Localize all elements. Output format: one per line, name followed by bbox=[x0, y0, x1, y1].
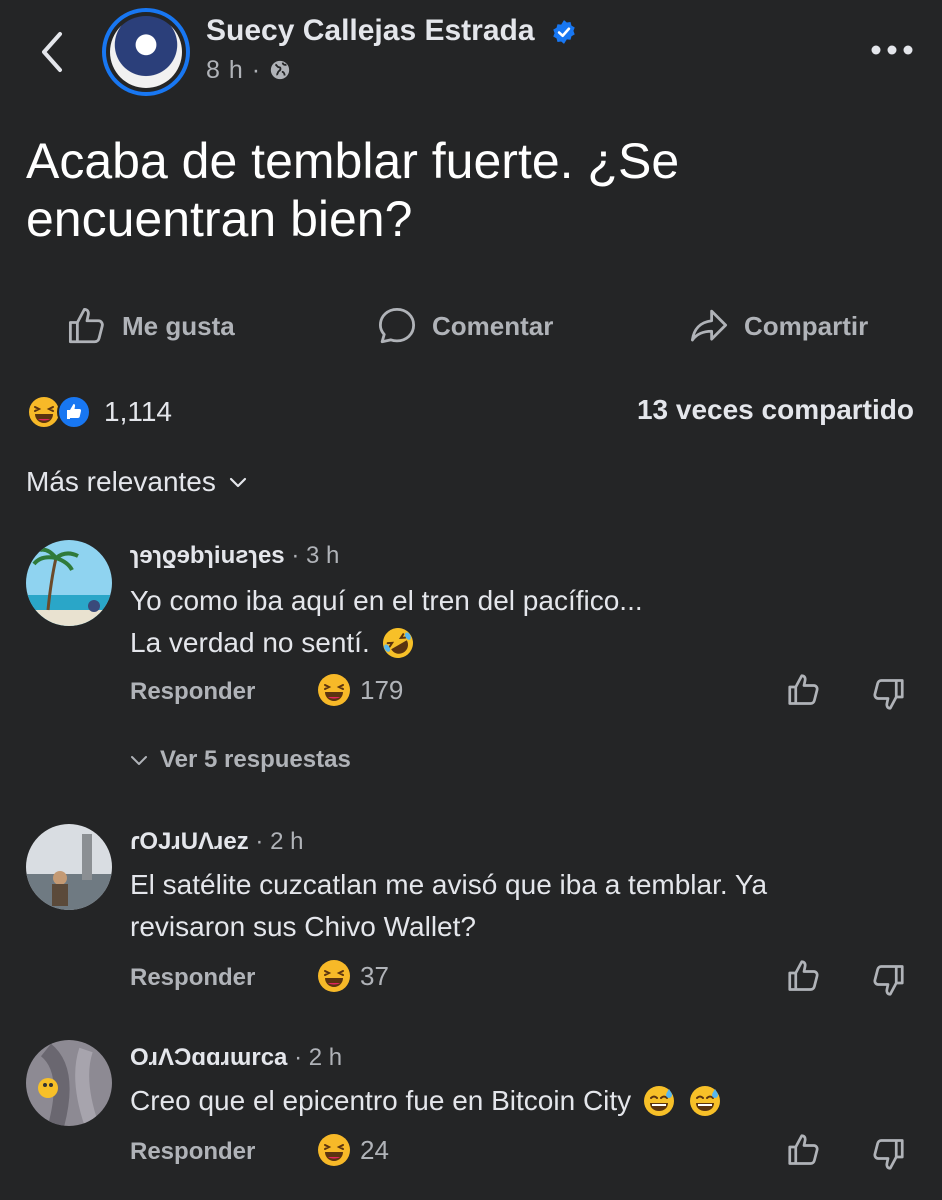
thumbs-down-icon bbox=[873, 1139, 904, 1170]
view-replies-button[interactable]: Ver 5 respuestas bbox=[130, 746, 351, 774]
haha-reaction-icon bbox=[318, 1134, 350, 1166]
commenter-avatar[interactable] bbox=[26, 824, 112, 910]
reactions-count: 1,114 bbox=[104, 396, 172, 427]
author-name[interactable]: Suecy Callejas Estrada bbox=[206, 14, 535, 47]
comment-dislike-button[interactable] bbox=[870, 676, 906, 717]
sweat-smile-emoji-icon bbox=[644, 1086, 675, 1116]
share-label: Compartir bbox=[744, 310, 869, 341]
thumbs-up-icon bbox=[68, 307, 104, 344]
comment-text-line: La verdad no sentí. bbox=[130, 622, 890, 664]
comment-reaction-count: 37 bbox=[360, 960, 389, 991]
post-text: Acaba de temblar fuerte. ¿Se encuentran … bbox=[26, 133, 680, 247]
more-horizontal-icon bbox=[871, 45, 913, 55]
comment-text-content: Creo que el epicentro fue en Bitcoin Cit… bbox=[130, 1085, 632, 1116]
post-meta: 8 h · bbox=[206, 56, 291, 85]
meta-separator: · bbox=[251, 56, 262, 84]
like-reaction-icon bbox=[57, 395, 91, 429]
reactions-summary[interactable]: 1,114 bbox=[26, 392, 172, 432]
comment-text-line-2: La verdad no sentí. bbox=[130, 627, 370, 658]
comment-dislike-button[interactable] bbox=[870, 1136, 906, 1177]
like-label: Me gusta bbox=[122, 310, 235, 341]
haha-reaction-icon bbox=[318, 674, 350, 706]
chevron-down-icon bbox=[131, 756, 147, 765]
chevron-down-icon bbox=[229, 477, 246, 488]
comment-like-button[interactable] bbox=[786, 1132, 822, 1173]
share-button[interactable]: Compartir bbox=[688, 302, 868, 350]
thumbs-up-icon bbox=[788, 1134, 819, 1165]
comment-text: Yo como iba aquí en el tren del pacífico… bbox=[130, 580, 890, 664]
commenter-avatar[interactable] bbox=[26, 1040, 112, 1126]
comment-reactions[interactable]: 37 bbox=[316, 958, 389, 994]
comment-time: · 3 h bbox=[291, 542, 340, 569]
post-time[interactable]: 8 h bbox=[206, 56, 244, 84]
commenter-name[interactable]: ɿɘɿƍɘbɿiuƨɿes bbox=[130, 542, 285, 569]
comment-reaction-count: 179 bbox=[360, 674, 404, 705]
commenter-name-row: OɹɅƆɑɑɹɯrca · 2 h bbox=[130, 1044, 342, 1072]
comment-reaction-count: 24 bbox=[360, 1134, 389, 1165]
thumbs-up-icon bbox=[788, 960, 819, 991]
commenter-avatar[interactable] bbox=[26, 540, 112, 626]
author-name-row[interactable]: Suecy Callejas Estrada bbox=[206, 14, 577, 48]
thumbs-down-icon bbox=[873, 965, 904, 996]
shares-count[interactable]: 13 veces compartido bbox=[637, 394, 914, 426]
view-replies-label: Ver 5 respuestas bbox=[160, 746, 351, 773]
comment-reactions[interactable]: 24 bbox=[316, 1132, 389, 1168]
share-arrow-icon bbox=[690, 309, 728, 342]
comment-time: · 2 h bbox=[255, 828, 304, 855]
haha-reaction-icon bbox=[318, 960, 350, 992]
comment-label: Comentar bbox=[432, 310, 554, 341]
sweat-smile-emoji-icon bbox=[690, 1086, 721, 1116]
commenter-name[interactable]: ɾOJɹUɅɹez bbox=[130, 828, 249, 855]
comment-text: Creo que el epicentro fue en Bitcoin Cit… bbox=[130, 1080, 890, 1122]
comment-like-button[interactable] bbox=[786, 672, 822, 713]
comment-dislike-button[interactable] bbox=[870, 962, 906, 1003]
thumbs-down-icon bbox=[873, 679, 904, 710]
commenter-name-row: ɾOJɹUɅɹez · 2 h bbox=[130, 828, 303, 856]
comment-time: · 2 h bbox=[294, 1044, 343, 1071]
comment-text: El satélite cuzcatlan me avisó que iba a… bbox=[130, 869, 768, 942]
chevron-left-icon bbox=[42, 32, 62, 72]
more-options-button[interactable] bbox=[870, 38, 914, 62]
comment-like-button[interactable] bbox=[786, 958, 822, 999]
comment-bubble-icon bbox=[378, 307, 416, 344]
commenter-name-row: ɿɘɿƍɘbɿiuƨɿes · 3 h bbox=[130, 542, 339, 570]
reply-button[interactable]: Responder bbox=[130, 678, 255, 706]
comment-button[interactable]: Comentar bbox=[376, 302, 553, 350]
comment-sort-dropdown[interactable]: Más relevantes bbox=[26, 466, 248, 498]
reply-button[interactable]: Responder bbox=[130, 1138, 255, 1166]
back-button[interactable] bbox=[36, 30, 68, 74]
reply-button[interactable]: Responder bbox=[130, 964, 255, 992]
comment-text-line: Yo como iba aquí en el tren del pacífico… bbox=[130, 585, 643, 616]
sort-label: Más relevantes bbox=[26, 466, 216, 497]
globe-icon bbox=[270, 60, 290, 80]
thumbs-up-icon bbox=[788, 674, 819, 705]
like-button[interactable]: Me gusta bbox=[66, 302, 235, 350]
author-avatar[interactable] bbox=[102, 8, 190, 96]
commenter-name[interactable]: OɹɅƆɑɑɹɯrca bbox=[130, 1044, 287, 1071]
comment-reactions[interactable]: 179 bbox=[316, 672, 403, 708]
rolling-laughing-emoji-icon bbox=[382, 628, 413, 658]
verified-badge-icon bbox=[553, 20, 575, 44]
